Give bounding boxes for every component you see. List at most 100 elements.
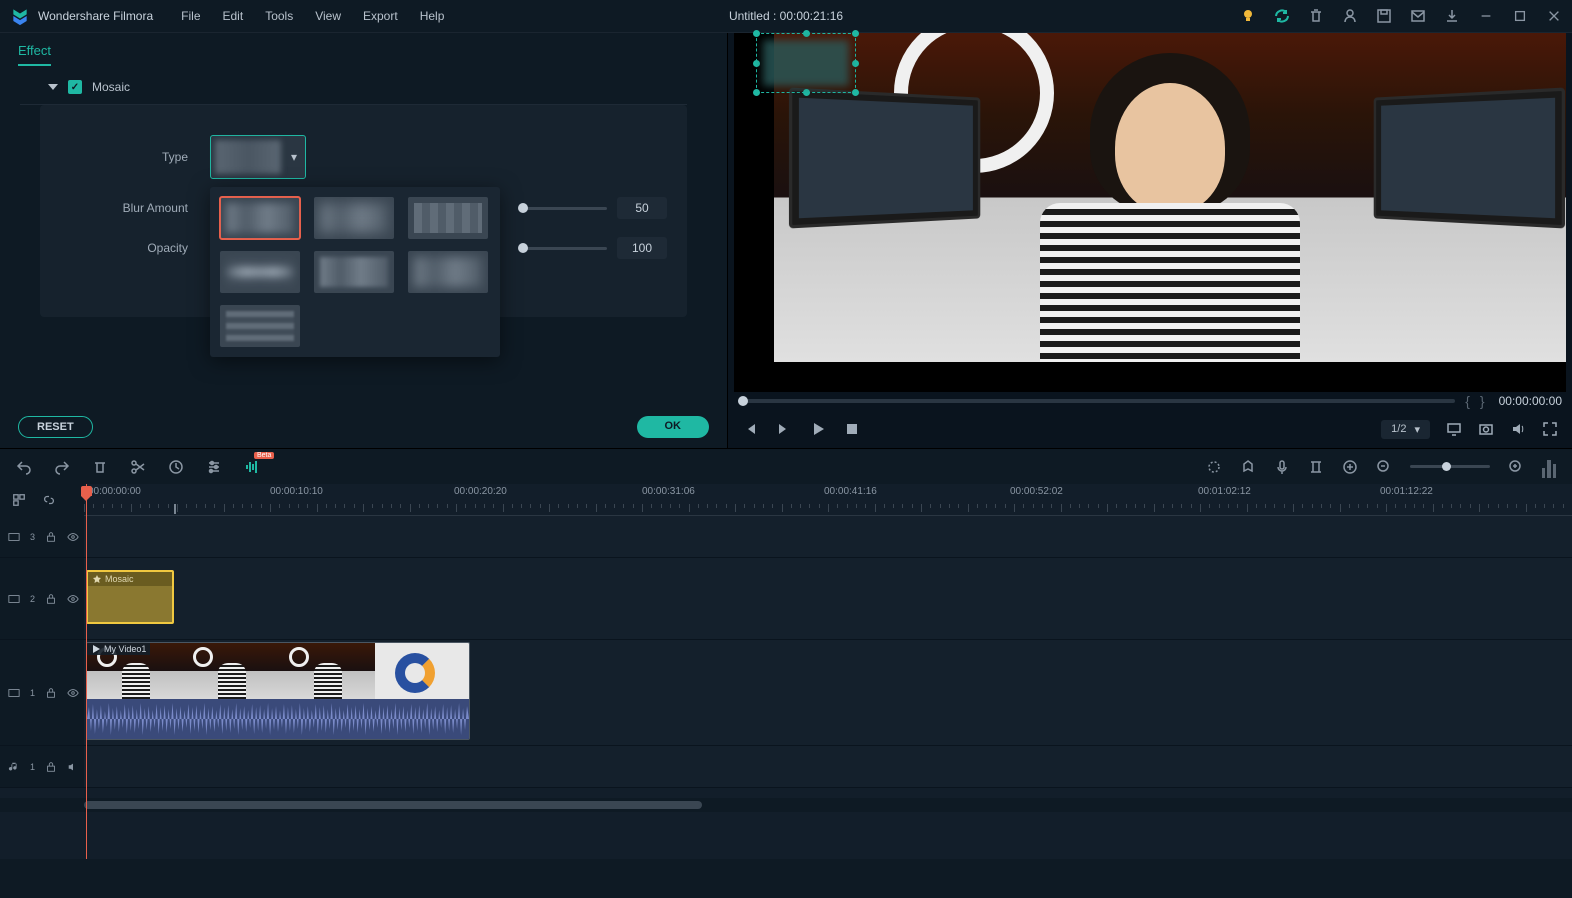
mosaic-type-option-1[interactable]: [220, 197, 300, 239]
titlebar: Wondershare Filmora File Edit Tools View…: [0, 0, 1572, 33]
redo-icon[interactable]: [54, 459, 70, 475]
mosaic-type-option-2[interactable]: [314, 197, 394, 239]
app-logo: [10, 6, 30, 26]
marker-icon[interactable]: [1240, 459, 1256, 475]
user-icon[interactable]: [1342, 8, 1358, 24]
lock-icon[interactable]: [45, 593, 57, 605]
opacity-label: Opacity: [60, 241, 210, 255]
audio-adjust-icon[interactable]: Beta: [244, 459, 260, 475]
preview-scrubber[interactable]: [738, 399, 1455, 403]
lock-icon[interactable]: [45, 761, 57, 773]
track-3-gutter: 3: [0, 516, 84, 557]
trim-range[interactable]: [86, 504, 176, 514]
timeline-scrollbar[interactable]: [0, 798, 1572, 812]
adjust-icon[interactable]: [206, 459, 222, 475]
ruler-tick-1: 00:00:10:10: [270, 486, 323, 497]
mixer-icon[interactable]: [1308, 459, 1324, 475]
ruler-tick-6: 00:01:02:12: [1198, 486, 1251, 497]
fullscreen-icon[interactable]: [1542, 421, 1558, 437]
sync-icon[interactable]: [1274, 8, 1290, 24]
menu-file[interactable]: File: [181, 9, 200, 23]
maximize-icon[interactable]: [1512, 8, 1528, 24]
playhead[interactable]: [86, 484, 87, 859]
effect-tab[interactable]: Effect: [18, 43, 51, 66]
opacity-slider[interactable]: [520, 247, 607, 250]
lightbulb-icon[interactable]: [1240, 8, 1256, 24]
timeline-ruler[interactable]: 00:00:00:00 00:00:10:10 00:00:20:20 00:0…: [84, 484, 1572, 516]
link-icon[interactable]: [42, 493, 56, 507]
video-track-icon: [8, 687, 20, 699]
timeline-layout-icon[interactable]: [12, 493, 26, 507]
mosaic-type-option-6[interactable]: [408, 251, 488, 293]
mark-in-icon[interactable]: {: [1465, 393, 1470, 409]
display-icon[interactable]: [1446, 421, 1462, 437]
timeline: 00:00:00:00 00:00:10:10 00:00:20:20 00:0…: [0, 484, 1572, 859]
zoom-out-icon[interactable]: [1376, 459, 1392, 475]
type-dropdown[interactable]: ▾: [210, 135, 306, 179]
voice-icon[interactable]: [1274, 459, 1290, 475]
mosaic-enable-checkbox[interactable]: ✓: [68, 80, 82, 94]
timeline-toolbar: Beta: [0, 448, 1572, 484]
video-clip[interactable]: My Video1: [86, 642, 470, 740]
chevron-down-icon: ▾: [287, 150, 301, 164]
render-icon[interactable]: [1342, 459, 1358, 475]
lock-icon[interactable]: [45, 531, 57, 543]
minimize-icon[interactable]: [1478, 8, 1494, 24]
main-menu: File Edit Tools View Export Help: [181, 9, 444, 23]
preview-panel: { } 00:00:00:00 1/2▾: [728, 33, 1572, 448]
ruler-tick-7: 00:01:12:22: [1380, 486, 1433, 497]
mosaic-type-option-5[interactable]: [314, 251, 394, 293]
eye-icon[interactable]: [67, 531, 79, 543]
zoom-in-icon[interactable]: [1508, 459, 1524, 475]
collapse-icon[interactable]: [48, 84, 58, 90]
timeline-levels-icon[interactable]: [1542, 456, 1556, 478]
menu-edit[interactable]: Edit: [223, 9, 244, 23]
track-1-gutter: 1: [0, 640, 84, 745]
color-icon[interactable]: [1206, 459, 1222, 475]
eye-icon[interactable]: [67, 687, 79, 699]
mosaic-clip[interactable]: Mosaic: [86, 570, 174, 624]
ruler-tick-2: 00:00:20:20: [454, 486, 507, 497]
mosaic-section-label: Mosaic: [92, 80, 130, 94]
trash-icon[interactable]: [1308, 8, 1324, 24]
snapshot-icon[interactable]: [1478, 421, 1494, 437]
ok-button[interactable]: OK: [637, 416, 710, 438]
mail-icon[interactable]: [1410, 8, 1426, 24]
speaker-icon[interactable]: [67, 761, 79, 773]
mosaic-type-option-4[interactable]: [220, 251, 300, 293]
volume-icon[interactable]: [1510, 421, 1526, 437]
save-icon[interactable]: [1376, 8, 1392, 24]
prev-frame-icon[interactable]: [742, 421, 758, 437]
mosaic-type-option-7[interactable]: [220, 305, 300, 347]
delete-icon[interactable]: [92, 459, 108, 475]
ruler-tick-4: 00:00:41:16: [824, 486, 877, 497]
mark-out-icon[interactable]: }: [1480, 393, 1485, 409]
reset-button[interactable]: RESET: [18, 416, 93, 438]
track-2-gutter: 2: [0, 558, 84, 639]
speed-icon[interactable]: [168, 459, 184, 475]
close-icon[interactable]: [1546, 8, 1562, 24]
undo-icon[interactable]: [16, 459, 32, 475]
document-title: Untitled : 00:00:21:16: [729, 9, 843, 23]
next-frame-icon[interactable]: [776, 421, 792, 437]
preview-zoom-select[interactable]: 1/2▾: [1381, 420, 1430, 439]
mosaic-overlay-selection[interactable]: [756, 33, 856, 93]
opacity-value[interactable]: 100: [617, 237, 667, 259]
split-icon[interactable]: [130, 459, 146, 475]
menu-tools[interactable]: Tools: [265, 9, 293, 23]
blur-value[interactable]: 50: [617, 197, 667, 219]
stop-icon[interactable]: [844, 421, 860, 437]
blur-slider[interactable]: [520, 207, 607, 210]
ruler-tick-5: 00:00:52:02: [1010, 486, 1063, 497]
timeline-zoom-slider[interactable]: [1410, 465, 1490, 468]
mosaic-type-option-3[interactable]: [408, 197, 488, 239]
menu-view[interactable]: View: [315, 9, 341, 23]
eye-icon[interactable]: [67, 593, 79, 605]
lock-icon[interactable]: [45, 687, 57, 699]
video-track-icon: [8, 531, 20, 543]
menu-help[interactable]: Help: [420, 9, 445, 23]
menu-export[interactable]: Export: [363, 9, 398, 23]
download-icon[interactable]: [1444, 8, 1460, 24]
preview-canvas[interactable]: [734, 33, 1566, 392]
play-icon[interactable]: [810, 421, 826, 437]
